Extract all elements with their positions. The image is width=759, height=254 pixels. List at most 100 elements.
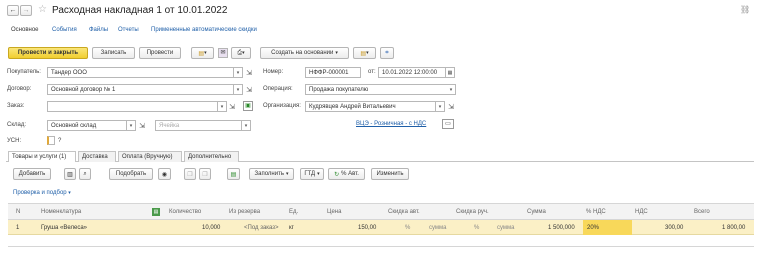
order-dropdown[interactable]: ▾: [218, 101, 227, 112]
row-vat-rate[interactable]: 20%: [587, 225, 599, 231]
table-row[interactable]: [8, 220, 754, 235]
order-label: Заказ:: [7, 103, 25, 109]
copy-icon: ❐: [187, 171, 193, 178]
warehouse-dropdown[interactable]: ▾: [127, 120, 136, 131]
save-button[interactable]: Записать: [92, 47, 135, 59]
date-field[interactable]: 10.01.2022 12:00:00: [378, 67, 446, 78]
col-vat[interactable]: НДС: [635, 209, 648, 215]
buyer-label: Покупатель:: [7, 69, 41, 75]
buyer-field[interactable]: Тандер ООО: [47, 67, 234, 78]
operation-field[interactable]: Продажа покупателю: [305, 84, 450, 95]
row-vat[interactable]: 300,00: [665, 225, 683, 231]
paste-icon: ❐: [202, 171, 208, 178]
tab-payment[interactable]: Оплата (Вручную): [118, 151, 182, 162]
col-discount-manual[interactable]: Скидка руч.: [456, 209, 489, 215]
excel-button[interactable]: ▤: [227, 168, 240, 180]
operation-dropdown[interactable]: ▾: [447, 84, 456, 95]
cell-field[interactable]: Ячейка: [155, 120, 242, 131]
row-disc-auto-pct[interactable]: %: [405, 225, 410, 231]
nav-tab-auto-discounts[interactable]: Примененные автоматические скидки: [151, 27, 257, 33]
search-icon: ⌕: [83, 170, 87, 177]
link-icon[interactable]: ⛓: [740, 5, 750, 14]
eye-icon: ◉: [161, 171, 168, 178]
auto-percent-button[interactable]: ↻% Авт.: [328, 168, 365, 180]
open-buyer-icon[interactable]: ⇲: [244, 67, 254, 78]
row-disc-man-sum[interactable]: сумма: [497, 225, 515, 231]
cell-dropdown[interactable]: ▾: [242, 120, 251, 131]
col-sum[interactable]: Сумма: [527, 209, 546, 215]
open-organization-icon[interactable]: ⇲: [446, 101, 456, 112]
open-order-icon[interactable]: ⇲: [227, 101, 237, 112]
row-n: 1: [16, 225, 20, 231]
usn-value: ?: [58, 138, 62, 144]
calendar-icon[interactable]: ▦: [446, 67, 455, 78]
tab-additional[interactable]: Дополнительно: [184, 151, 239, 162]
order-fill-icon[interactable]: ▣: [243, 101, 253, 111]
organization-dropdown[interactable]: ▾: [436, 101, 445, 112]
number-field[interactable]: НФФР-000001: [305, 67, 361, 78]
add-button[interactable]: Добавить: [13, 168, 51, 180]
col-total[interactable]: Всего: [694, 209, 710, 215]
prices-settings-icon[interactable]: ▭: [442, 119, 454, 129]
contract-dropdown[interactable]: ▾: [234, 84, 243, 95]
chevron-down-icon: ▾: [68, 190, 71, 196]
fill-dropdown-button[interactable]: Заполнить ▾: [249, 168, 294, 180]
col-n[interactable]: N: [16, 209, 20, 215]
post-and-close-button[interactable]: Провести и закрыть: [8, 47, 88, 59]
nav-tab-files[interactable]: Файлы: [89, 27, 108, 33]
create-based-on-button[interactable]: Создать на основании ▾: [260, 47, 349, 59]
view-button[interactable]: ◉: [158, 168, 171, 180]
email-icon[interactable]: ✉: [218, 48, 228, 58]
tab-delivery[interactable]: Доставка: [78, 151, 116, 162]
refresh-icon: ↻: [334, 171, 340, 178]
forward-button[interactable]: →: [20, 5, 32, 16]
post-button[interactable]: Провести: [139, 47, 181, 59]
col-unit[interactable]: Ед.: [289, 209, 298, 215]
col-reserve[interactable]: Из резерва: [229, 209, 260, 215]
search-barcode-button[interactable]: ⌕: [79, 168, 91, 180]
row-price[interactable]: 150,00: [358, 225, 376, 231]
row-unit[interactable]: кг: [289, 225, 294, 231]
buyer-dropdown[interactable]: ▾: [234, 67, 243, 78]
open-warehouse-icon[interactable]: ⇲: [137, 120, 147, 131]
tab-goods[interactable]: Товары и услуги (1): [8, 151, 76, 162]
selection-button[interactable]: Подобрать: [109, 168, 153, 180]
gtd-dropdown-button[interactable]: ГТД ▾: [300, 168, 324, 180]
check-selection-link[interactable]: Проверка и подбор ▾: [13, 190, 71, 196]
col-discount-auto[interactable]: Скидка авт.: [388, 209, 420, 215]
row-qty[interactable]: 10,000: [202, 225, 220, 231]
reports-dropdown-button[interactable]: ▤ ▾: [353, 47, 376, 59]
paste-button[interactable]: ❐: [199, 168, 211, 180]
warehouse-field[interactable]: Основной склад: [47, 120, 127, 131]
nav-tab-main[interactable]: Основное: [11, 27, 39, 33]
usn-checkbox[interactable]: [47, 136, 55, 145]
row-item[interactable]: Груша «Велеса»: [41, 225, 87, 231]
col-qty[interactable]: Количество: [169, 209, 201, 215]
contract-field[interactable]: Основной договор № 1: [47, 84, 234, 95]
favorite-star-icon[interactable]: ☆: [38, 4, 47, 15]
prices-link[interactable]: ВЦЭ - Розничная - с НДС: [356, 121, 426, 127]
structure-button[interactable]: ⌗: [380, 47, 394, 59]
printer-dropdown-button[interactable]: ⎙ ▾: [231, 47, 251, 59]
nav-tab-events[interactable]: События: [52, 27, 77, 33]
col-price[interactable]: Цена: [327, 209, 341, 215]
row-reserve[interactable]: <Под заказ>: [244, 225, 279, 231]
nav-tab-reports[interactable]: Отчеты: [118, 27, 139, 33]
organization-field[interactable]: Кудрявцев Андрей Витальевич: [305, 101, 436, 112]
col-item[interactable]: Номенклатура: [41, 209, 81, 215]
order-field[interactable]: [47, 101, 218, 112]
operation-label: Операция:: [263, 86, 293, 92]
move-up-button[interactable]: ▥: [64, 168, 76, 180]
col-vat-rate[interactable]: % НДС: [586, 209, 606, 215]
row-disc-auto-sum[interactable]: сумма: [429, 225, 447, 231]
open-contract-icon[interactable]: ⇲: [244, 84, 254, 95]
row-sum[interactable]: 1 500,000: [548, 225, 575, 231]
change-button[interactable]: Изменить: [371, 168, 409, 180]
chevron-down-icon: ▾: [204, 50, 207, 56]
back-button[interactable]: ←: [7, 5, 19, 16]
row-disc-man-pct[interactable]: %: [474, 225, 479, 231]
row-total[interactable]: 1 800,00: [722, 225, 745, 231]
print-dropdown-button[interactable]: ▤ ▾: [191, 47, 214, 59]
table-border-bottom: [8, 246, 754, 247]
copy-button[interactable]: ❐: [184, 168, 196, 180]
